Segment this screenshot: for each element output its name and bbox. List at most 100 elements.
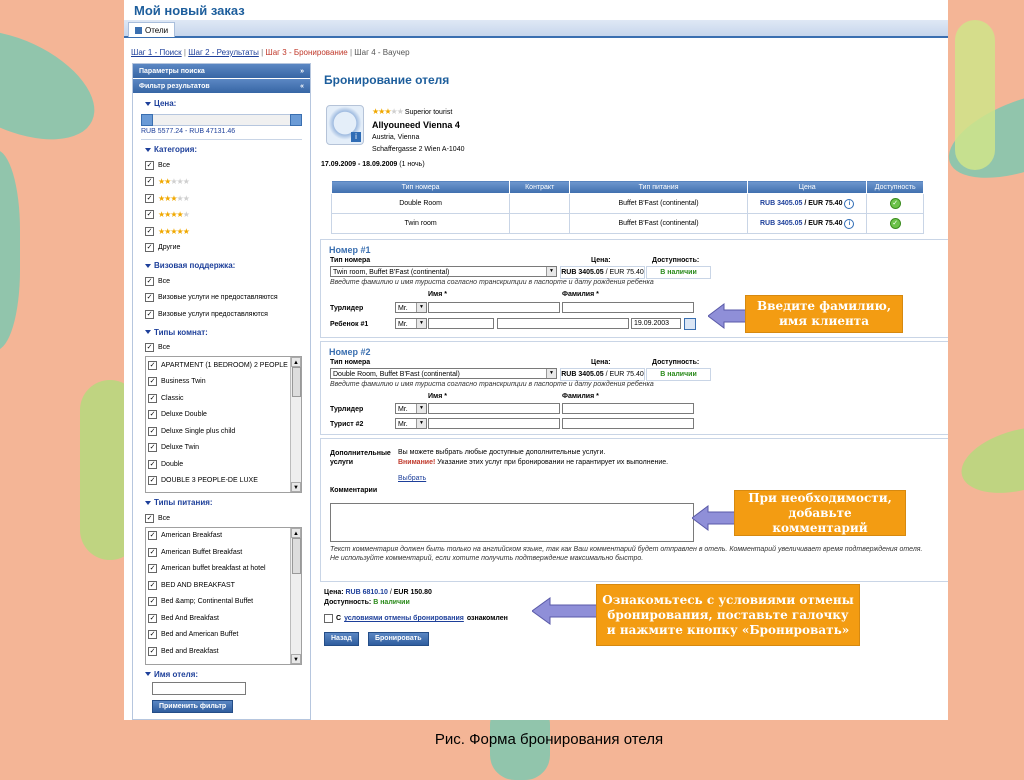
checkbox[interactable]: ✓ — [148, 613, 157, 623]
meal-types-all[interactable]: ✓ Все — [145, 510, 310, 527]
checkbox[interactable]: ✓ — [148, 426, 157, 436]
birth-date-input[interactable]: 19.09.2003 — [631, 318, 681, 329]
filter-option[interactable]: ✓ Bed and American Buffet — [148, 627, 301, 644]
filter-option[interactable]: ✓ Bed &amp; Continental Buffet — [148, 594, 301, 611]
info-icon[interactable]: i — [351, 132, 361, 142]
title-select[interactable]: Mr. ▼ — [395, 318, 427, 329]
filter-option[interactable]: ✓ ★★★★★ — [145, 207, 310, 224]
checkbox[interactable]: ✓ — [148, 547, 157, 557]
last-name-input[interactable] — [497, 318, 629, 329]
filter-option[interactable]: ✓ Все — [145, 157, 310, 174]
filter-option[interactable]: ✓ ★★★★★ — [145, 223, 310, 240]
cancellation-terms-link[interactable]: условиями отмены бронирования — [344, 615, 464, 622]
info-icon[interactable]: i — [844, 218, 855, 229]
apply-filter-button[interactable]: Применить фильтр — [152, 699, 234, 713]
checkbox[interactable]: ✓ — [145, 160, 154, 170]
filter-option[interactable]: ✓ Визовые услуги не предоставляются — [145, 290, 310, 307]
checkbox[interactable]: ✓ — [148, 377, 157, 387]
filter-option[interactable]: ✓ Bed And Breakfast — [148, 610, 301, 627]
scrollbar[interactable]: ▲ ▼ — [290, 527, 301, 664]
choose-services-link[interactable]: Выбрать — [398, 475, 426, 482]
filter-option[interactable]: ✓ DOUBLE 3 PEOPLE-DE LUXE — [148, 473, 301, 490]
filter-results-header[interactable]: Фильтр результатов « — [133, 79, 310, 94]
first-name-input[interactable] — [428, 418, 560, 429]
filter-option[interactable]: ✓ American Buffet Breakfast — [148, 544, 301, 561]
filter-option[interactable]: ✓ Deluxe Twin — [148, 440, 301, 457]
meal-types-filter-title[interactable]: Типы питания: — [145, 498, 310, 507]
filter-option[interactable]: ✓ Double — [148, 456, 301, 473]
table-row[interactable]: Double Room Buffet B'Fast (continental) RU… — [330, 193, 924, 214]
filter-option[interactable]: ✓ ★★★★★ — [145, 190, 310, 207]
price-filter-title[interactable]: Цена: — [145, 99, 310, 108]
comment-textarea[interactable] — [330, 503, 694, 542]
slider-min-handle[interactable] — [141, 114, 153, 126]
filter-option[interactable]: ✓ Deluxe Double — [148, 407, 301, 424]
table-row[interactable]: Twin room Buffet B'Fast (continental) RUB … — [330, 213, 924, 234]
title-select[interactable]: Mr. ▼ — [395, 302, 427, 313]
scroll-up-icon[interactable]: ▲ — [291, 527, 301, 538]
step-2-link[interactable]: Шаг 2 - Результаты — [188, 48, 259, 57]
filter-option[interactable]: ✓ BED AND BREAKFAST — [148, 577, 301, 594]
hotel-name-filter-title[interactable]: Имя отеля: — [145, 670, 310, 679]
slider-max-handle[interactable] — [290, 114, 302, 126]
hotel-name-input[interactable] — [152, 681, 246, 695]
category-filter-title[interactable]: Категория: — [145, 145, 310, 154]
info-icon[interactable]: i — [844, 198, 855, 209]
scroll-thumb[interactable] — [292, 367, 301, 397]
checkbox[interactable]: ✓ — [148, 443, 157, 453]
checkbox[interactable]: ✓ — [145, 343, 154, 353]
scroll-down-icon[interactable]: ▼ — [291, 653, 301, 664]
scroll-down-icon[interactable]: ▼ — [291, 482, 301, 492]
room-2-type-select[interactable]: Double Room, Buffet B'Fast (continental)… — [330, 368, 557, 379]
visa-filter-title[interactable]: Визовая поддержка: — [145, 261, 310, 270]
scroll-thumb[interactable] — [292, 537, 301, 574]
checkbox[interactable]: ✓ — [145, 210, 154, 220]
filter-option[interactable]: ✓ American buffet breakfast at hotel — [148, 561, 301, 578]
checkbox[interactable]: ✓ — [148, 564, 157, 574]
filter-option[interactable]: ✓ Другие — [145, 240, 310, 257]
checkbox[interactable]: ✓ — [148, 360, 157, 370]
search-params-header[interactable]: Параметры поиска » — [133, 64, 310, 79]
filter-option[interactable]: ✓ Deluxe Single plus child — [148, 423, 301, 440]
step-1-link[interactable]: Шаг 1 - Поиск — [131, 48, 182, 57]
checkbox[interactable]: ✓ — [145, 293, 154, 303]
price-slider[interactable] — [141, 114, 302, 126]
filter-option[interactable]: ✓ Визовые услуги предоставляются — [145, 306, 310, 323]
filter-option[interactable]: ✓ APARTMENT (1 BEDROOM) 2 PEOPLE — [148, 357, 301, 374]
back-button[interactable]: Назад — [324, 632, 359, 646]
checkbox[interactable]: ✓ — [148, 646, 157, 656]
filter-option[interactable]: ✓ Bed and Breakfast — [148, 643, 301, 660]
checkbox[interactable]: ✓ — [145, 276, 154, 286]
room-types-filter-title[interactable]: Типы комнат: — [145, 328, 310, 337]
scroll-up-icon[interactable]: ▲ — [291, 357, 301, 367]
checkbox[interactable]: ✓ — [145, 309, 154, 319]
checkbox[interactable]: ✓ — [145, 193, 154, 203]
first-name-input[interactable] — [428, 403, 560, 414]
title-select[interactable]: Mr. ▼ — [395, 418, 427, 429]
checkbox[interactable]: ✓ — [148, 459, 157, 469]
last-name-input[interactable] — [562, 302, 694, 313]
checkbox[interactable]: ✓ — [148, 410, 157, 420]
checkbox[interactable]: ✓ — [148, 597, 157, 607]
filter-option[interactable]: ✓ Все — [145, 273, 310, 290]
room-types-all[interactable]: ✓ Все — [145, 340, 310, 357]
checkbox[interactable]: ✓ — [148, 580, 157, 590]
filter-option[interactable]: ✓ Classic — [148, 390, 301, 407]
checkbox[interactable]: ✓ — [148, 630, 157, 640]
room-1-type-select[interactable]: Twin room, Buffet B'Fast (continental) ▼ — [330, 266, 557, 277]
checkbox[interactable]: ✓ — [148, 476, 157, 486]
calendar-icon[interactable] — [684, 318, 696, 330]
filter-option[interactable]: ✓ Business Twin — [148, 374, 301, 391]
checkbox[interactable]: ✓ — [145, 243, 154, 253]
checkbox[interactable]: ✓ — [145, 513, 154, 523]
meal-types-listbox[interactable]: ✓ American Breakfast ✓ American Buffet Brea… — [145, 526, 302, 665]
scrollbar[interactable]: ▲ ▼ — [290, 357, 301, 492]
room-types-listbox[interactable]: ✓ APARTMENT (1 BEDROOM) 2 PEOPLE ✓ Business… — [145, 356, 302, 493]
first-name-input[interactable] — [428, 318, 494, 329]
agree-checkbox[interactable] — [324, 614, 333, 623]
last-name-input[interactable] — [562, 403, 694, 414]
checkbox[interactable]: ✓ — [145, 226, 154, 236]
filter-option[interactable]: ✓ ★★★★★ — [145, 174, 310, 191]
book-button[interactable]: Бронировать — [368, 632, 429, 646]
tab-hotels[interactable]: Отели — [128, 22, 176, 37]
